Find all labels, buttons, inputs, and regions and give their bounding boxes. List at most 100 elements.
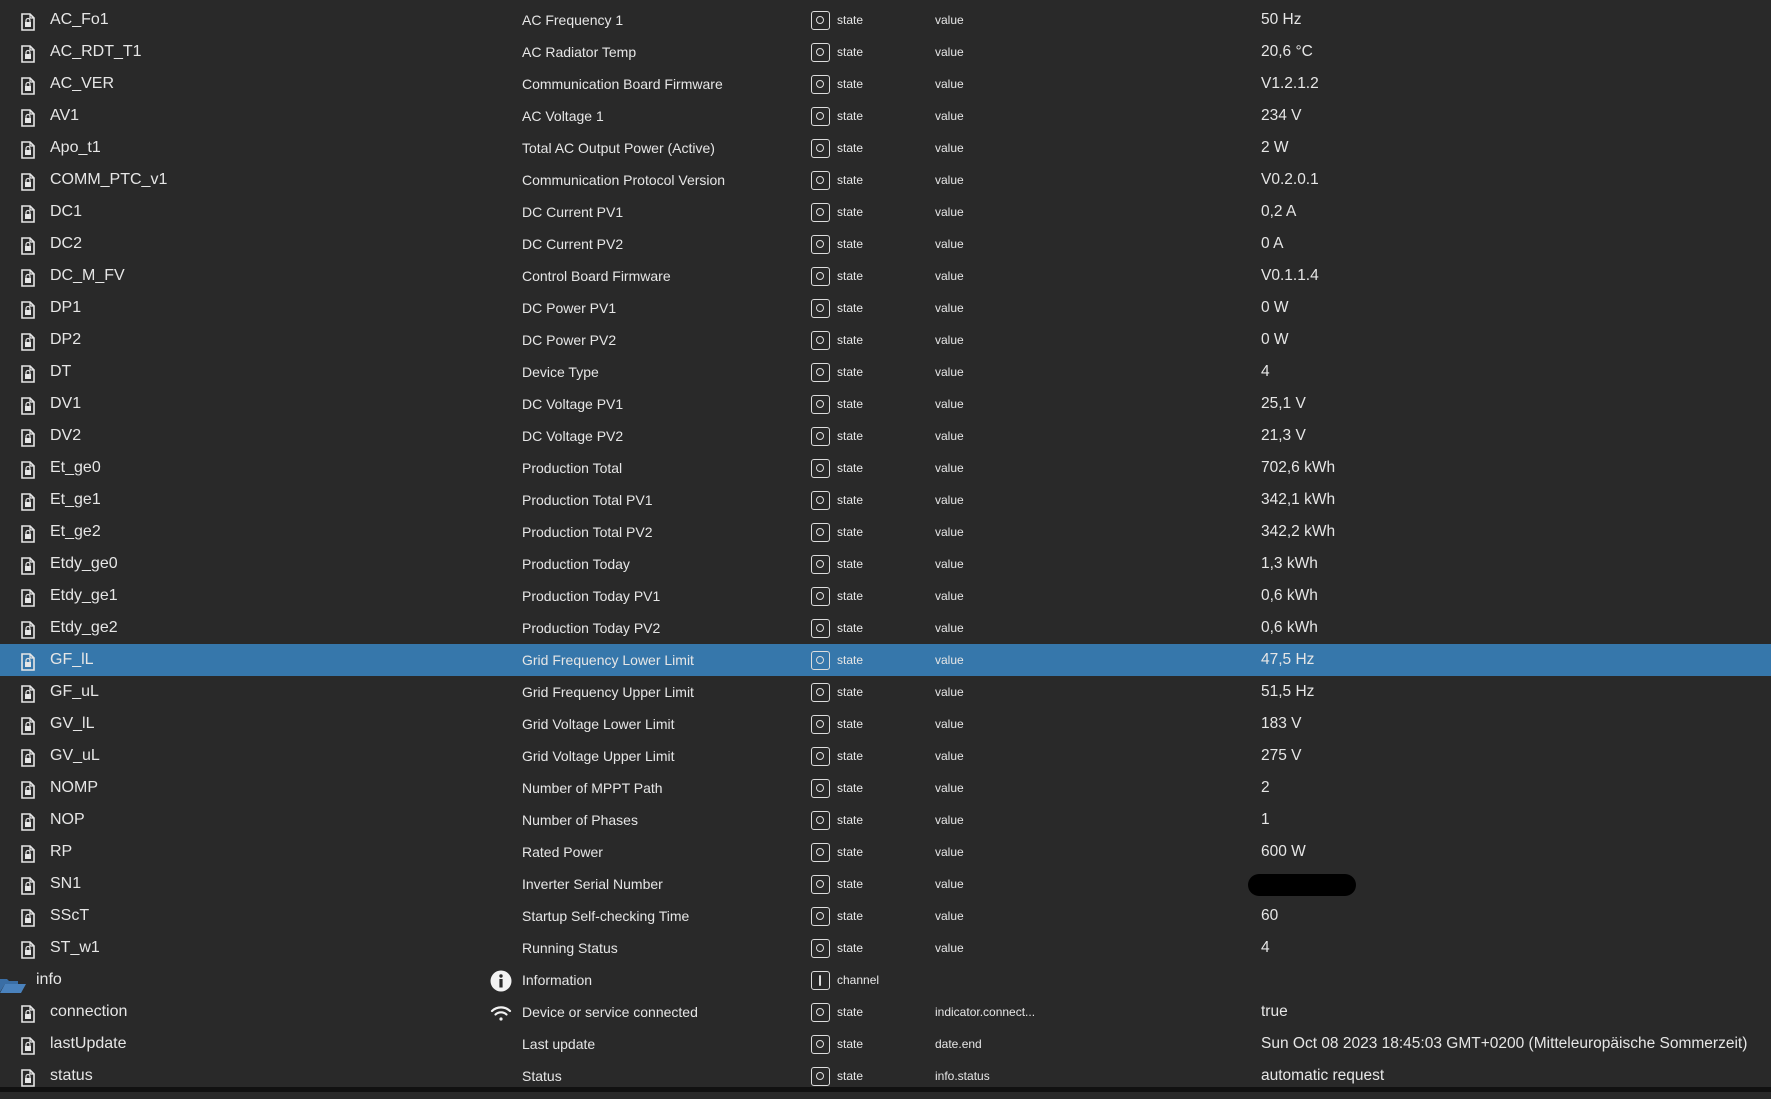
object-value[interactable]: 342,2 kWh [1261,516,1335,548]
object-name: Production Today [522,556,630,572]
object-value[interactable]: 50 Hz [1261,4,1302,36]
object-value[interactable]: 183 V [1261,708,1302,740]
table-row[interactable]: SN1 Inverter Serial Number state value [0,868,1771,900]
object-name: Production Total [522,460,623,476]
table-row[interactable]: Apo_t1 Total AC Output Power (Active) stat… [0,132,1771,164]
object-value[interactable]: 21,3 V [1261,420,1306,452]
object-type: channel [837,973,880,987]
table-row[interactable]: GV_lL Grid Voltage Lower Limit state value 1… [0,708,1771,740]
object-id: info [36,971,62,988]
table-row[interactable]: lastUpdate Last update state date.end Sun Oc… [0,1028,1771,1060]
object-value[interactable]: Sun Oct 08 2023 18:45:03 GMT+0200 (Mitte… [1261,1028,1747,1060]
table-row[interactable]: DC_M_FV Control Board Firmware state value V… [0,260,1771,292]
object-id: Etdy_ge2 [50,619,118,636]
table-row[interactable]: NOP Number of Phases state value 1 [0,804,1771,836]
object-value[interactable]: 0,6 kWh [1261,580,1318,612]
object-value[interactable]: 702,6 kWh [1261,452,1335,484]
object-name: AC Voltage 1 [522,108,604,124]
table-row[interactable]: GV_uL Grid Voltage Upper Limit state value 2… [0,740,1771,772]
object-value[interactable]: 4 [1261,356,1270,388]
state-type-icon [811,203,830,222]
table-row[interactable]: DP2 DC Power PV2 state value 0 W [0,324,1771,356]
object-value[interactable]: 2 [1261,772,1270,804]
table-row[interactable]: AV1 AC Voltage 1 state value 234 V [0,100,1771,132]
object-name: AC Frequency 1 [522,12,624,28]
table-row[interactable]: DV2 DC Voltage PV2 state value 21,3 V [0,420,1771,452]
table-row[interactable]: COMM_PTC_v1 Communication Protocol Versio… [0,164,1771,196]
table-row[interactable]: info Information channel [0,964,1771,996]
object-type: state [837,173,864,187]
table-row[interactable]: DV1 DC Voltage PV1 state value 25,1 V [0,388,1771,420]
table-row[interactable]: GF_lL Grid Frequency Lower Limit state valu… [0,644,1771,676]
table-row[interactable]: DP1 DC Power PV1 state value 0 W [0,292,1771,324]
state-type-icon [811,1003,830,1022]
object-name: Control Board Firmware [522,268,671,284]
object-value[interactable]: 25,1 V [1261,388,1306,420]
object-value[interactable]: 0 W [1261,324,1289,356]
table-row[interactable]: AC_VER Communication Board Firmware state v… [0,68,1771,100]
table-row[interactable]: Et_ge1 Production Total PV1 state value 342,… [0,484,1771,516]
file-lock-icon [21,491,35,511]
state-type-icon [811,843,830,862]
object-value[interactable]: 275 V [1261,740,1302,772]
wifi-icon [490,1002,512,1024]
table-row[interactable]: GF_uL Grid Frequency Upper Limit state valu… [0,676,1771,708]
object-type: state [837,653,864,667]
table-row[interactable]: AC_RDT_T1 AC Radiator Temp state value 20,6 … [0,36,1771,68]
object-role: indicator.connect... [935,1005,1036,1019]
object-role: value [935,301,964,315]
object-value[interactable]: 4 [1261,932,1270,964]
table-row[interactable]: Etdy_ge1 Production Today PV1 state value 0,… [0,580,1771,612]
table-row[interactable]: RP Rated Power state value 600 W [0,836,1771,868]
object-type: state [837,77,864,91]
object-value[interactable]: 600 W [1261,836,1306,868]
file-lock-icon [21,683,35,703]
object-id: ST_w1 [50,939,100,956]
table-row[interactable]: Etdy_ge0 Production Today state value 1,3 kW… [0,548,1771,580]
table-row[interactable]: SScT Startup Self-checking Time state value… [0,900,1771,932]
object-role: value [935,397,964,411]
object-value[interactable]: 60 [1261,900,1278,932]
object-value[interactable]: V1.2.1.2 [1261,68,1319,100]
object-value[interactable]: 0,2 A [1261,196,1296,228]
object-value[interactable]: 20,6 °C [1261,36,1313,68]
object-value[interactable]: V0.1.1.4 [1261,260,1319,292]
state-type-icon [811,651,830,670]
object-id: GF_uL [50,683,99,700]
object-id: Etdy_ge0 [50,555,118,572]
object-value[interactable]: 0,6 kWh [1261,612,1318,644]
object-value[interactable]: 2 W [1261,132,1289,164]
table-row[interactable]: connection Device or service connected sta… [0,996,1771,1028]
object-value[interactable]: 1 [1261,804,1270,836]
object-name: Production Total PV1 [522,492,653,508]
object-value[interactable]: 0 W [1261,292,1289,324]
table-row[interactable]: AC_Fo1 AC Frequency 1 state value 50 Hz [0,4,1771,36]
object-name: Grid Voltage Upper Limit [522,748,675,764]
file-lock-icon [21,235,35,255]
table-row[interactable]: DC2 DC Current PV2 state value 0 A [0,228,1771,260]
object-value[interactable]: V0.2.0.1 [1261,164,1319,196]
table-row[interactable]: Et_ge2 Production Total PV2 state value 342,… [0,516,1771,548]
object-value[interactable]: 1,3 kWh [1261,548,1318,580]
object-role: value [935,621,964,635]
table-row[interactable]: NOMP Number of MPPT Path state value 2 [0,772,1771,804]
table-row[interactable]: ST_w1 Running Status state value 4 [0,932,1771,964]
object-value[interactable]: 47,5 Hz [1261,644,1314,676]
table-row[interactable]: DT Device Type state value 4 [0,356,1771,388]
object-value[interactable]: true [1261,996,1288,1028]
object-name: Grid Frequency Upper Limit [522,684,694,700]
state-type-icon [811,171,830,190]
object-name: Rated Power [522,844,603,860]
table-row[interactable]: Etdy_ge2 Production Today PV2 state value 0,… [0,612,1771,644]
object-value[interactable]: 51,5 Hz [1261,676,1314,708]
table-row[interactable]: Et_ge0 Production Total state value 702,6 kW… [0,452,1771,484]
object-role: value [935,749,964,763]
object-value[interactable]: 0 A [1261,228,1283,260]
object-value[interactable]: 234 V [1261,100,1302,132]
object-name: DC Voltage PV1 [522,396,624,412]
object-role: value [935,525,964,539]
object-value[interactable]: 342,1 kWh [1261,484,1335,516]
table-row[interactable]: DC1 DC Current PV1 state value 0,2 A [0,196,1771,228]
file-lock-icon [21,459,35,479]
object-role: value [935,45,964,59]
